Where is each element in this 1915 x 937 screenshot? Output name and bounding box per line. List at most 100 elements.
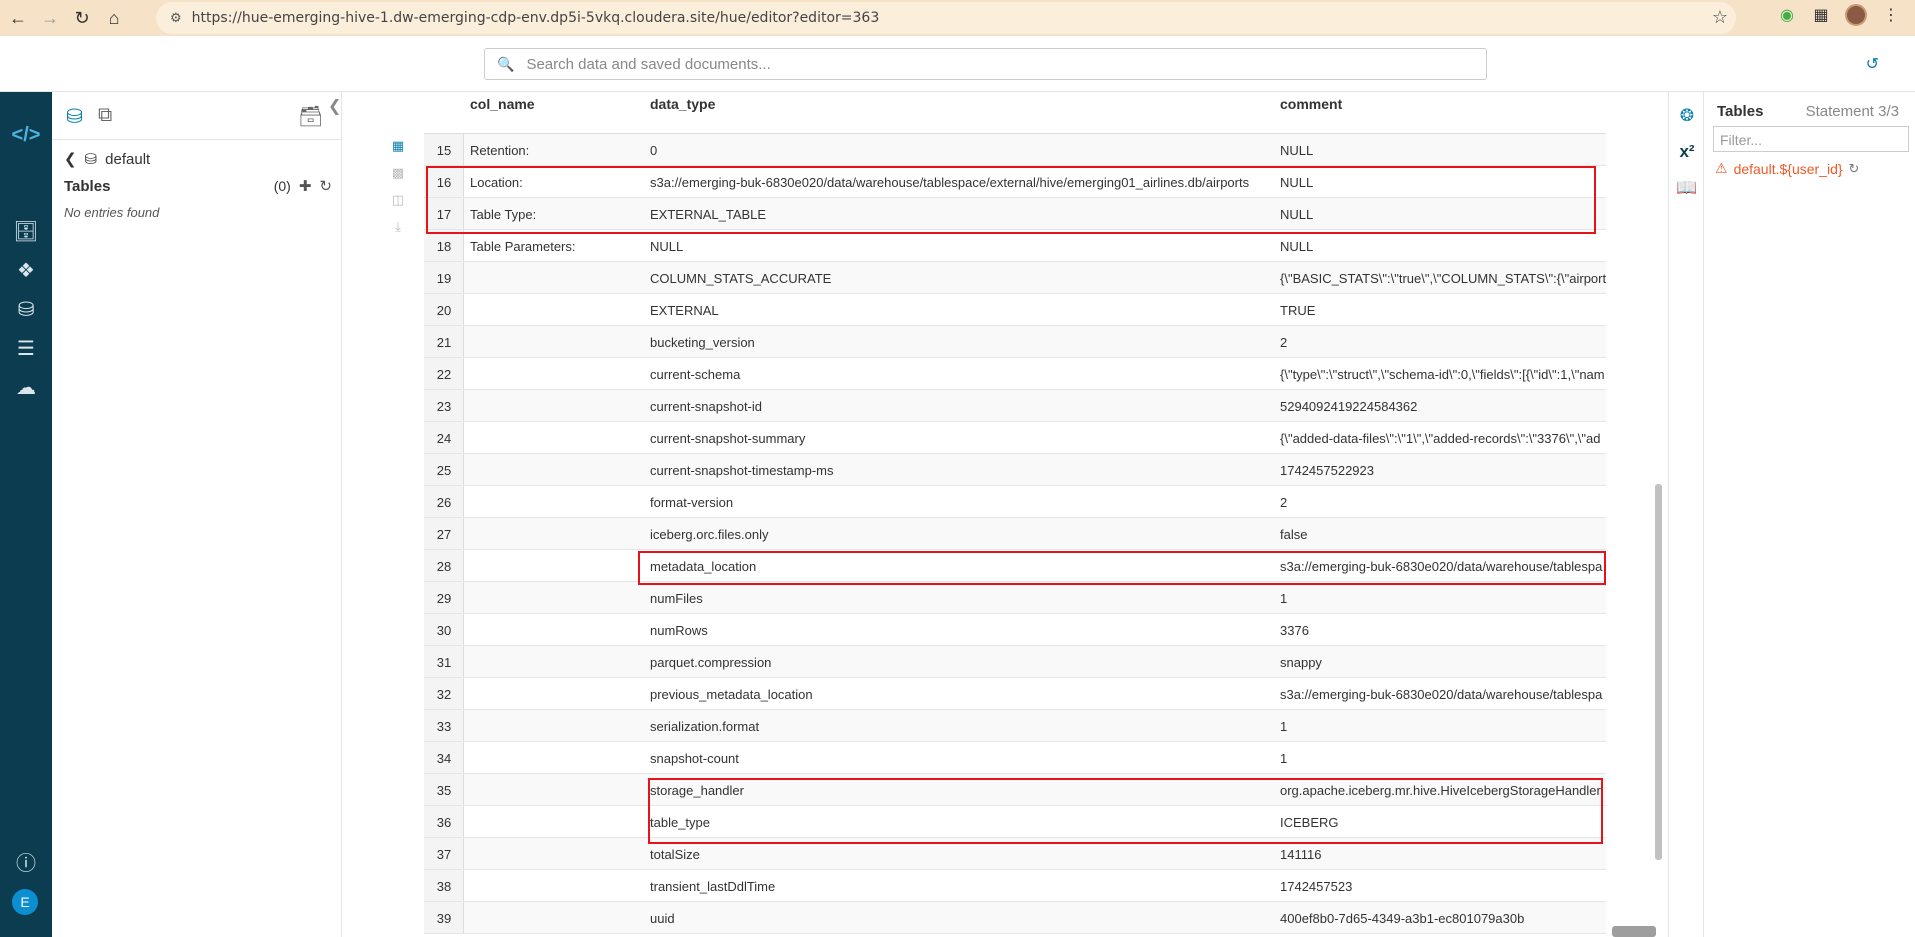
files-tab-icon[interactable]: 🗃 [298, 104, 323, 129]
table-row[interactable]: 37 totalSize 141116 [424, 838, 1606, 870]
data-type-cell[interactable]: parquet.compression [650, 655, 1270, 670]
table-row[interactable]: 22 current-schema {\"type\":\"struct\",\"s… [424, 358, 1606, 390]
table-warning[interactable]: ⚠ default.${user_id} ↻ [1715, 160, 1859, 177]
table-row[interactable]: 24 current-snapshot-summary {\"added-data-… [424, 422, 1606, 454]
data-type-cell[interactable]: transient_lastDdlTime [650, 879, 1270, 894]
data-type-cell[interactable]: bucketing_version [650, 335, 1270, 350]
table-row[interactable]: 31 parquet.compression snappy [424, 646, 1606, 678]
comment-cell[interactable]: 2 [1280, 495, 1606, 510]
documents-icon[interactable]: 🗄 [0, 216, 52, 246]
refresh-icon[interactable]: ↻ [1849, 161, 1860, 177]
table-row[interactable]: 30 numRows 3376 [424, 614, 1606, 646]
comment-cell[interactable]: false [1280, 527, 1606, 542]
table-row[interactable]: 39 uuid 400ef8b0-7d65-4349-a3b1-ec801079a3… [424, 902, 1606, 934]
comment-cell[interactable]: 141116 [1280, 847, 1606, 862]
table-row[interactable]: 15 Retention: 0 NULL [424, 134, 1606, 166]
table-row[interactable]: 29 numFiles 1 [424, 582, 1606, 614]
header-comment[interactable]: comment [1280, 96, 1342, 112]
data-type-cell[interactable]: serialization.format [650, 719, 1270, 734]
table-row[interactable]: 28 metadata_location s3a://emerging-buk-68… [424, 550, 1606, 582]
comment-cell[interactable]: NULL [1280, 175, 1606, 190]
data-type-cell[interactable]: iceberg.orc.files.only [650, 527, 1270, 542]
comment-cell[interactable]: 1742457522923 [1280, 463, 1606, 478]
comment-cell[interactable]: snappy [1280, 655, 1606, 670]
comment-cell[interactable]: org.apache.iceberg.mr.hive.HiveIcebergSt… [1280, 783, 1606, 798]
comment-cell[interactable]: 1 [1280, 719, 1606, 734]
data-type-cell[interactable]: format-version [650, 495, 1270, 510]
table-row[interactable]: 25 current-snapshot-timestamp-ms 174245752… [424, 454, 1606, 486]
columns-icon[interactable]: ◫ [388, 192, 408, 212]
col-name-cell[interactable]: Retention: [470, 143, 640, 158]
data-type-cell[interactable]: metadata_location [650, 559, 1270, 574]
col-name-cell[interactable]: Table Parameters: [470, 239, 640, 254]
comment-cell[interactable]: {\"type\":\"struct\",\"schema-id\":0,\"f… [1280, 367, 1606, 382]
jobs-icon[interactable]: ❖ [0, 255, 52, 285]
table-row[interactable]: 38 transient_lastDdlTime 1742457523 [424, 870, 1606, 902]
address-bar[interactable]: ⚙ https://hue-emerging-hive-1.dw-emergin… [156, 2, 1736, 34]
metastore-icon[interactable]: ☰ [0, 333, 52, 363]
chart-view-icon[interactable]: ▩ [388, 165, 408, 185]
table-row[interactable]: 26 format-version 2 [424, 486, 1606, 518]
comment-cell[interactable]: NULL [1280, 143, 1606, 158]
site-info-icon[interactable]: ⚙ [170, 11, 182, 26]
table-row[interactable]: 33 serialization.format 1 [424, 710, 1606, 742]
comment-cell[interactable]: 1742457523 [1280, 879, 1606, 894]
comment-cell[interactable]: TRUE [1280, 303, 1606, 318]
documents-tab-icon[interactable]: ⧉ [98, 104, 112, 127]
data-type-cell[interactable]: current-snapshot-id [650, 399, 1270, 414]
help-icon[interactable]: ⓘ [0, 846, 52, 876]
data-type-cell[interactable]: EXTERNAL_TABLE [650, 207, 1270, 222]
table-row[interactable]: 20 EXTERNAL TRUE [424, 294, 1606, 326]
data-type-cell[interactable]: storage_handler [650, 783, 1270, 798]
chevron-left-icon[interactable]: ❮ [64, 150, 77, 168]
table-row[interactable]: 35 storage_handler org.apache.iceberg.mr.h… [424, 774, 1606, 806]
home-icon[interactable]: ⌂ [100, 4, 128, 32]
table-row[interactable]: 16 Location: s3a://emerging-buk-6830e020/d… [424, 166, 1606, 198]
download-icon[interactable]: ⤓ [388, 219, 408, 239]
comment-cell[interactable]: 2 [1280, 335, 1606, 350]
table-row[interactable]: 18 Table Parameters: NULL NULL [424, 230, 1606, 262]
comment-cell[interactable]: 1 [1280, 751, 1606, 766]
back-icon[interactable]: ← [4, 4, 32, 32]
data-type-cell[interactable]: snapshot-count [650, 751, 1270, 766]
data-type-cell[interactable]: numRows [650, 623, 1270, 638]
comment-cell[interactable]: {\"BASIC_STATS\":\"true\",\"COLUMN_STATS… [1280, 271, 1606, 286]
vertical-scrollbar[interactable] [1655, 484, 1662, 860]
comment-cell[interactable]: {\"added-data-files\":\"1\",\"added-reco… [1280, 431, 1606, 446]
data-type-cell[interactable]: COLUMN_STATS_ACCURATE [650, 271, 1270, 286]
browser-menu-icon[interactable]: ⋮ [1881, 5, 1901, 25]
table-row[interactable]: 21 bucketing_version 2 [424, 326, 1606, 358]
col-name-cell[interactable]: Location: [470, 175, 640, 190]
table-row[interactable]: 34 snapshot-count 1 [424, 742, 1606, 774]
profile-avatar[interactable] [1845, 4, 1867, 26]
data-type-cell[interactable]: table_type [650, 815, 1270, 830]
bookmark-star-icon[interactable]: ☆ [1712, 7, 1728, 28]
filter-input[interactable]: Filter... [1713, 126, 1909, 152]
header-data-type[interactable]: data_type [650, 96, 715, 112]
data-type-cell[interactable]: current-snapshot-summary [650, 431, 1270, 446]
extension-eye-icon[interactable]: ◉ [1777, 5, 1797, 25]
comment-cell[interactable]: 400ef8b0-7d65-4349-a3b1-ec801079a30b [1280, 911, 1606, 926]
editor-icon[interactable]: </> [0, 120, 52, 150]
header-col-name[interactable]: col_name [470, 96, 535, 112]
comment-cell[interactable]: s3a://emerging-buk-6830e020/data/warehou… [1280, 559, 1606, 574]
database-breadcrumb[interactable]: ❮ ⛁ default [64, 150, 150, 169]
table-row[interactable]: 19 COLUMN_STATS_ACCURATE {\"BASIC_STATS\":… [424, 262, 1606, 294]
data-type-cell[interactable]: 0 [650, 143, 1270, 158]
table-row[interactable]: 23 current-snapshot-id 5294092419224584362 [424, 390, 1606, 422]
warning-table-name[interactable]: default.${user_id} [1734, 161, 1843, 177]
refresh-icon[interactable]: ↻ [319, 177, 332, 195]
global-search-input[interactable]: 🔍 Search data and saved documents... [484, 48, 1487, 80]
data-type-cell[interactable]: s3a://emerging-buk-6830e020/data/warehou… [650, 175, 1270, 190]
comment-cell[interactable]: 3376 [1280, 623, 1606, 638]
data-type-cell[interactable]: current-schema [650, 367, 1270, 382]
data-type-cell[interactable]: current-snapshot-timestamp-ms [650, 463, 1270, 478]
history-icon[interactable]: ↺ [1866, 54, 1879, 74]
data-type-cell[interactable]: numFiles [650, 591, 1270, 606]
book-icon[interactable]: 📖 [1669, 178, 1705, 198]
data-type-cell[interactable]: NULL [650, 239, 1270, 254]
add-table-icon[interactable]: ✚ [299, 177, 312, 195]
col-name-cell[interactable]: Table Type: [470, 207, 640, 222]
comment-cell[interactable]: ICEBERG [1280, 815, 1606, 830]
tables-db-icon[interactable]: ⛁ [0, 294, 52, 324]
